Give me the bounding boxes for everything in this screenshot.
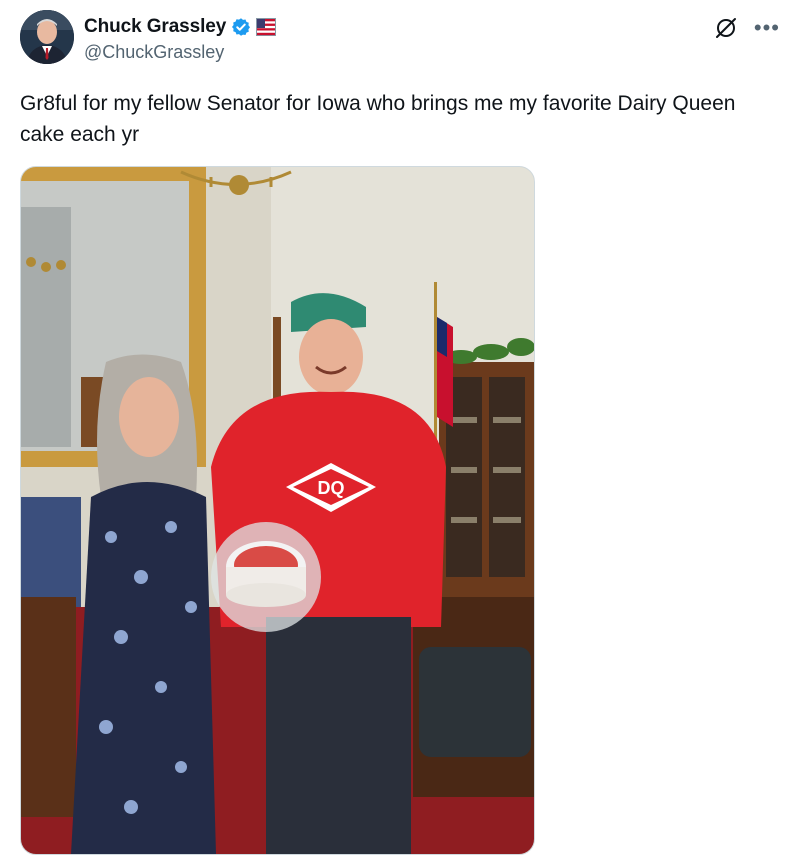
tweet-header: Chuck Grassley @ChuckGrassley ••• (20, 10, 780, 70)
avatar[interactable] (20, 10, 74, 64)
more-options-icon[interactable]: ••• (754, 17, 780, 39)
sweatshirt-logo: DQ (318, 478, 345, 498)
display-name[interactable]: Chuck Grassley (84, 16, 226, 38)
tweet-text: Gr8ful for my fellow Senator for Iowa wh… (20, 92, 736, 146)
tweet-photo[interactable]: DQ (20, 166, 535, 855)
photo-image: DQ (21, 167, 534, 854)
verified-badge-icon (231, 17, 251, 37)
name-row: Chuck Grassley (84, 16, 277, 38)
us-flag-icon (256, 18, 277, 36)
author-handle[interactable]: @ChuckGrassley (84, 42, 224, 63)
avatar-image (20, 10, 74, 64)
top-actions: ••• (714, 16, 780, 40)
grok-icon[interactable] (714, 16, 738, 40)
